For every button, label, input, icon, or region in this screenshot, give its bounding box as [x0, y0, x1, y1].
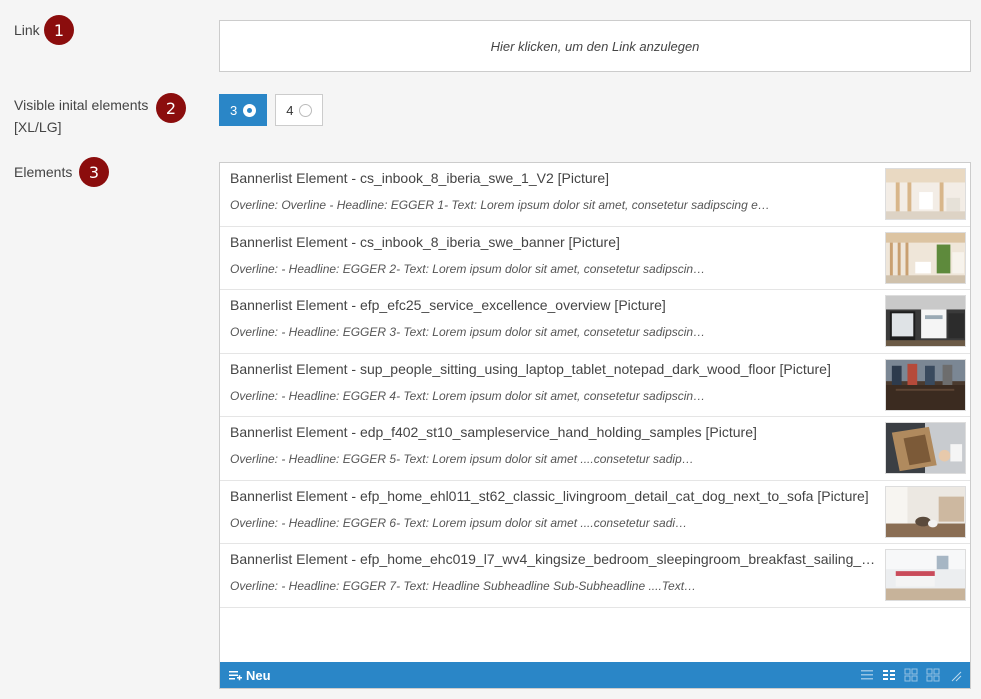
- list-item[interactable]: Bannerlist Element - efp_home_ehc019_l7_…: [220, 544, 970, 608]
- list-item-description: Overline: - Headline: EGGER 2- Text: Lor…: [230, 261, 706, 276]
- elements-toolbar: Neu: [220, 662, 970, 688]
- resize-handle-icon[interactable]: [948, 668, 962, 682]
- list-view-icon[interactable]: [860, 668, 874, 682]
- thumbnail-image: [885, 485, 966, 538]
- list-item-title: Bannerlist Element - efp_home_ehl011_st6…: [230, 487, 869, 504]
- radio-checked-icon: [243, 103, 257, 117]
- list-item-title: Bannerlist Element - efp_efc25_service_e…: [230, 297, 666, 313]
- visible-elements-label-line2: [XL/LG]: [14, 119, 62, 135]
- list-item-title: Bannerlist Element - sup_people_sitting_…: [230, 360, 831, 377]
- list-item-title: Bannerlist Element - edp_f402_st10_sampl…: [230, 424, 757, 440]
- list-item[interactable]: Bannerlist Element - efp_efc25_service_e…: [220, 290, 970, 354]
- list-item[interactable]: Bannerlist Element - cs_inbook_8_iberia_…: [220, 163, 970, 227]
- list-item-title: Bannerlist Element - cs_inbook_8_iberia_…: [230, 170, 609, 186]
- list-item-description: Overline: - Headline: EGGER 3- Text: Lor…: [230, 325, 706, 339]
- new-element-button[interactable]: Neu: [228, 668, 271, 683]
- list-item-description: Overline: - Headline: EGGER 4- Text: Lor…: [230, 388, 706, 403]
- badge-1: 1: [44, 15, 74, 45]
- badge-3: 3: [79, 157, 109, 187]
- tile-view-icon[interactable]: [904, 668, 918, 682]
- elements-list: Bannerlist Element - cs_inbook_8_iberia_…: [220, 163, 970, 664]
- list-item[interactable]: Bannerlist Element - efp_home_ehl011_st6…: [220, 481, 970, 544]
- list-item-description: Overline: - Headline: EGGER 7- Text: Hea…: [230, 579, 697, 593]
- thumbnail-image: [885, 549, 966, 601]
- list-item[interactable]: Bannerlist Element - edp_f402_st10_sampl…: [220, 417, 970, 481]
- thumbnail-image: [885, 422, 966, 474]
- elements-list-panel: Bannerlist Element - cs_inbook_8_iberia_…: [219, 162, 971, 689]
- list-item-title: Bannerlist Element - efp_home_ehc019_l7_…: [230, 551, 880, 567]
- elements-label: Elements: [14, 164, 73, 180]
- radio-option-3[interactable]: 3: [219, 94, 268, 126]
- thumbnail-image: [885, 295, 966, 347]
- radio-option-4-label: 4: [286, 102, 294, 118]
- badge-2: 2: [156, 93, 186, 123]
- list-item-description: Overline: - Headline: EGGER 5- Text: Lor…: [230, 452, 694, 466]
- view-mode-switcher: [860, 668, 962, 682]
- radio-option-3-label: 3: [230, 102, 238, 118]
- radio-option-4[interactable]: 4: [275, 94, 324, 126]
- list-item-title: Bannerlist Element - cs_inbook_8_iberia_…: [230, 233, 620, 250]
- radio-unchecked-icon: [299, 103, 313, 117]
- link-input[interactable]: Hier klicken, um den Link anzulegen: [219, 20, 971, 72]
- detail-view-icon[interactable]: [882, 668, 896, 682]
- visible-elements-radio-group: 3 4: [219, 94, 324, 126]
- visible-elements-label: Visible inital elements [XL/LG]: [14, 94, 148, 138]
- list-item[interactable]: Bannerlist Element - cs_inbook_8_iberia_…: [220, 227, 970, 290]
- new-element-label: Neu: [246, 667, 271, 683]
- list-add-icon: [228, 668, 242, 682]
- grid-view-icon[interactable]: [926, 668, 940, 682]
- list-item-description: Overline: Overline - Headline: EGGER 1- …: [230, 198, 770, 212]
- link-label: Link: [14, 22, 40, 38]
- thumbnail-image: [885, 231, 966, 284]
- visible-elements-label-line1: Visible inital elements: [14, 97, 149, 113]
- list-item[interactable]: Bannerlist Element - sup_people_sitting_…: [220, 354, 970, 417]
- thumbnail-image: [885, 168, 966, 220]
- thumbnail-image: [885, 358, 966, 411]
- list-item-description: Overline: - Headline: EGGER 6- Text: Lor…: [230, 515, 688, 530]
